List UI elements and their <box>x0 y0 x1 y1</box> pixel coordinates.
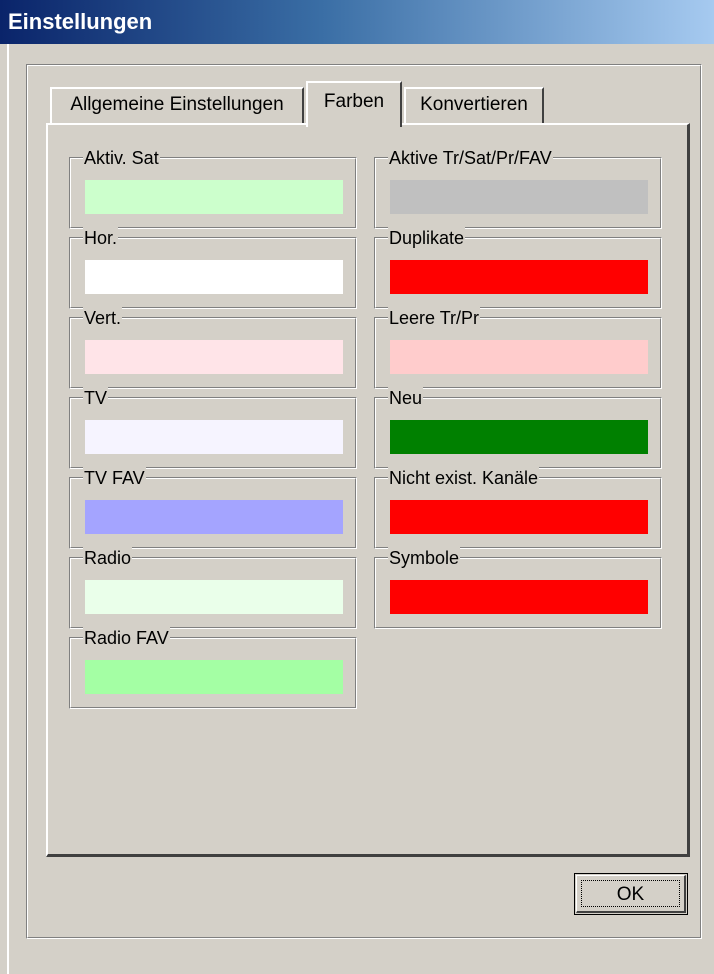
color-group-vert: Vert. <box>69 307 357 389</box>
color-group-label: Nicht exist. Kanäle <box>388 467 540 489</box>
tab-colors-label: Farben <box>323 91 385 112</box>
color-group-symbols: Symbole <box>374 547 662 629</box>
color-group-active-tr-sat-pr-fav: Aktive Tr/Sat/Pr/FAV <box>374 147 662 229</box>
color-swatch-active-tr-sat-pr-fav[interactable] <box>390 180 648 214</box>
color-swatch-new[interactable] <box>390 420 648 454</box>
color-group-label: Radio FAV <box>83 627 170 649</box>
color-swatch-empty-tr-pr[interactable] <box>390 340 648 374</box>
color-group-label: Aktiv. Sat <box>83 147 160 169</box>
color-group-duplicates: Duplikate <box>374 227 662 309</box>
color-swatch-duplicates[interactable] <box>390 260 648 294</box>
color-group-label: Duplikate <box>388 227 466 249</box>
settings-window: Einstellungen Allgemeine Einstellungen F… <box>0 0 714 974</box>
color-swatch-active-sat[interactable] <box>85 180 343 214</box>
color-swatch-tv-fav[interactable] <box>85 500 343 534</box>
color-group-label: Symbole <box>388 547 461 569</box>
color-group-label: TV FAV <box>83 467 146 489</box>
color-group-empty-tr-pr: Leere Tr/Pr <box>374 307 662 389</box>
color-group-label: Leere Tr/Pr <box>388 307 481 329</box>
color-group-nonexistent-channels: Nicht exist. Kanäle <box>374 467 662 549</box>
color-group-label: Hor. <box>83 227 119 249</box>
color-swatch-symbols[interactable] <box>390 580 648 614</box>
color-group-radio-fav: Radio FAV <box>69 627 357 709</box>
tab-convert[interactable]: Konvertieren <box>404 87 544 123</box>
color-group-label: TV <box>83 387 109 409</box>
color-group-label: Radio <box>83 547 133 569</box>
color-swatch-hor[interactable] <box>85 260 343 294</box>
window-title: Einstellungen <box>8 9 153 34</box>
tab-general-settings[interactable]: Allgemeine Einstellungen <box>50 87 304 123</box>
tab-convert-label: Konvertieren <box>420 94 528 115</box>
color-group-hor: Hor. <box>69 227 357 309</box>
tab-general-settings-label: Allgemeine Einstellungen <box>70 94 284 115</box>
color-swatch-radio[interactable] <box>85 580 343 614</box>
ok-button[interactable]: OK <box>574 873 688 915</box>
color-group-label: Aktive Tr/Sat/Pr/FAV <box>388 147 553 169</box>
color-swatch-tv[interactable] <box>85 420 343 454</box>
color-group-label: Vert. <box>83 307 123 329</box>
color-group-radio: Radio <box>69 547 357 629</box>
ok-button-label: OK <box>581 880 680 907</box>
color-group-label: Neu <box>388 387 424 409</box>
color-group-new: Neu <box>374 387 662 469</box>
color-swatch-vert[interactable] <box>85 340 343 374</box>
color-group-active-sat: Aktiv. Sat <box>69 147 357 229</box>
title-bar[interactable]: Einstellungen <box>0 0 714 44</box>
color-swatch-radio-fav[interactable] <box>85 660 343 694</box>
tab-colors[interactable]: Farben <box>306 81 402 127</box>
window-left-edge <box>7 44 9 974</box>
color-group-tv-fav: TV FAV <box>69 467 357 549</box>
color-group-tv: TV <box>69 387 357 469</box>
color-swatch-nonexistent-channels[interactable] <box>390 500 648 534</box>
